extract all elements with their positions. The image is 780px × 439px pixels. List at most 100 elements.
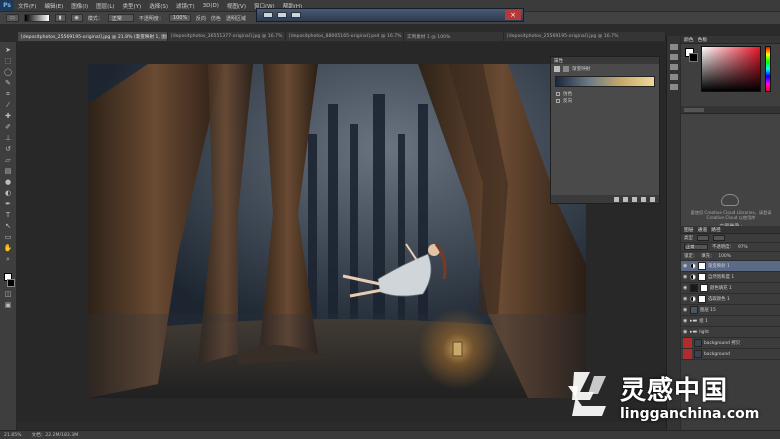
- layer-mask-thumbnail[interactable]: [700, 284, 708, 292]
- layer-row[interactable]: ◉ 颜色填充 1: [681, 283, 780, 294]
- character-icon[interactable]: [669, 74, 678, 80]
- layer-row[interactable]: ◉ 图层 15: [681, 305, 780, 316]
- hidden-eye-icon[interactable]: [683, 338, 692, 348]
- layer-row[interactable]: background 拷贝: [681, 338, 780, 349]
- kind-filter-label[interactable]: 类型: [684, 235, 693, 241]
- marquee-tool-icon[interactable]: ⬚: [3, 57, 13, 65]
- reverse-checkbox-box[interactable]: [556, 98, 560, 103]
- menu-filter[interactable]: 滤镜(T): [172, 2, 199, 10]
- dodge-tool-icon[interactable]: ◐: [3, 189, 13, 197]
- window-icon-1[interactable]: [263, 12, 273, 18]
- blur-tool-icon[interactable]: ●: [3, 178, 13, 186]
- zoom-level[interactable]: 21.85%: [4, 433, 22, 438]
- tab-paths[interactable]: 路径: [711, 226, 721, 233]
- paragraph-icon[interactable]: [669, 84, 678, 90]
- tab-document-4[interactable]: 实例素材 1 @ 100%: [404, 32, 504, 41]
- properties-icon[interactable]: [669, 54, 678, 60]
- opacity-input[interactable]: 100%: [168, 14, 191, 22]
- layer-row[interactable]: ◉ 自然饱和度 1: [681, 272, 780, 283]
- layer-mask-thumbnail[interactable]: [698, 262, 706, 270]
- layer-opacity-value[interactable]: 97%: [738, 245, 748, 250]
- libraries-tab[interactable]: [684, 107, 704, 112]
- healing-brush-tool-icon[interactable]: ✚: [3, 112, 13, 120]
- color-picker-field[interactable]: [701, 46, 761, 92]
- mode-select[interactable]: 正常: [107, 14, 134, 22]
- gradient-map-preview[interactable]: [555, 76, 655, 87]
- dialog-close-button[interactable]: ×: [505, 10, 521, 20]
- layer-row[interactable]: ◉ ▸▬ 组 1: [681, 316, 780, 327]
- menu-type[interactable]: 类型(Y): [119, 2, 146, 10]
- tab-channels[interactable]: 通道: [698, 226, 708, 233]
- properties-header[interactable]: 属性: [551, 57, 659, 64]
- menu-file[interactable]: 文件(F): [14, 2, 40, 10]
- menu-edit[interactable]: 编辑(E): [40, 2, 67, 10]
- window-icon-2[interactable]: [277, 12, 287, 18]
- menu-view[interactable]: 视图(V): [223, 2, 250, 10]
- reverse-option[interactable]: 反向: [551, 97, 659, 104]
- hue-slider[interactable]: [765, 46, 771, 92]
- linear-gradient-icon[interactable]: ▮: [54, 14, 66, 22]
- hidden-eye-icon[interactable]: [683, 349, 692, 359]
- tab-document-2[interactable]: [depositphotos_36551377-original].jpg @ …: [168, 32, 286, 41]
- eye-icon[interactable]: ◉: [683, 307, 688, 313]
- history-icon[interactable]: [669, 44, 678, 50]
- window-icon-3[interactable]: [291, 12, 301, 18]
- filter-adjustment-icon[interactable]: [712, 235, 725, 241]
- mask-icon[interactable]: [563, 65, 569, 72]
- tab-layers[interactable]: 图层: [684, 226, 694, 233]
- zoom-tool-icon[interactable]: ⌕: [3, 255, 13, 263]
- tab-document-3[interactable]: [depositphotos_88005165-original].psd @ …: [286, 32, 404, 41]
- layer-row[interactable]: ◉ 选取颜色 1: [681, 294, 780, 305]
- lasso-tool-icon[interactable]: ◯: [3, 68, 13, 76]
- radial-gradient-icon[interactable]: ◉: [70, 14, 83, 22]
- info-icon[interactable]: [669, 64, 678, 70]
- color-panel-background-swatch[interactable]: [689, 53, 698, 62]
- gradient-tool-icon[interactable]: ▤: [3, 167, 13, 175]
- pen-tool-icon[interactable]: ✒: [3, 200, 13, 208]
- layer-row[interactable]: ◉ 渐变映射 1: [681, 261, 780, 272]
- tab-document-5[interactable]: [depositphotos_25569195-original].jpg @ …: [504, 32, 666, 41]
- menu-image[interactable]: 图像(I): [67, 2, 92, 10]
- menu-select[interactable]: 选择(S): [145, 2, 172, 10]
- tab-document-1[interactable]: [depositphotos_25569195-original].jpg @ …: [18, 32, 168, 41]
- layer-row[interactable]: background: [681, 349, 780, 360]
- clip-icon[interactable]: [614, 196, 619, 202]
- menu-3d[interactable]: 3D(D): [199, 3, 223, 9]
- reverse-checkbox[interactable]: 反向: [196, 15, 206, 22]
- dither-checkbox[interactable]: 仿色: [211, 15, 221, 22]
- eye-icon[interactable]: ◉: [683, 318, 688, 324]
- background-color-swatch[interactable]: [6, 279, 15, 287]
- transparency-checkbox[interactable]: 透明区域: [226, 15, 246, 22]
- history-brush-tool-icon[interactable]: ↺: [3, 145, 13, 153]
- eyedropper-tool-icon[interactable]: ⁄: [3, 101, 13, 109]
- screen-mode-icon[interactable]: ▣: [3, 301, 13, 309]
- trash-icon[interactable]: [650, 196, 655, 202]
- fill-value[interactable]: 100%: [718, 254, 731, 259]
- eye-icon[interactable]: ◉: [683, 285, 688, 291]
- menu-layer[interactable]: 图层(L): [92, 2, 118, 10]
- dither-checkbox-box[interactable]: [556, 91, 560, 96]
- visibility-icon[interactable]: [641, 196, 646, 202]
- gradient-picker[interactable]: [23, 14, 50, 22]
- clone-stamp-tool-icon[interactable]: ⊥: [3, 134, 13, 142]
- eraser-tool-icon[interactable]: ▱: [3, 156, 13, 164]
- view-previous-icon[interactable]: [623, 196, 628, 202]
- path-select-tool-icon[interactable]: ↖: [3, 222, 13, 230]
- type-tool-icon[interactable]: T: [3, 211, 13, 219]
- hand-tool-icon[interactable]: ✋: [3, 244, 13, 252]
- brush-tool-icon[interactable]: ✐: [3, 123, 13, 131]
- eye-icon[interactable]: ◉: [683, 329, 688, 335]
- reset-icon[interactable]: [632, 196, 637, 202]
- gradient-tool-icon[interactable]: ▭: [6, 14, 19, 22]
- layer-mask-thumbnail[interactable]: [698, 295, 706, 303]
- crop-tool-icon[interactable]: ⌗: [3, 90, 13, 98]
- quick-select-tool-icon[interactable]: ✎: [3, 79, 13, 87]
- dither-option[interactable]: 仿色: [551, 90, 659, 97]
- blend-mode-select[interactable]: 正常: [684, 244, 708, 250]
- eye-icon[interactable]: ◉: [683, 296, 688, 302]
- layer-mask-thumbnail[interactable]: [698, 273, 706, 281]
- eye-icon[interactable]: ◉: [683, 274, 688, 280]
- document-canvas[interactable]: [88, 64, 586, 398]
- quick-mask-icon[interactable]: ◫: [3, 290, 13, 298]
- eye-icon[interactable]: ◉: [683, 263, 688, 269]
